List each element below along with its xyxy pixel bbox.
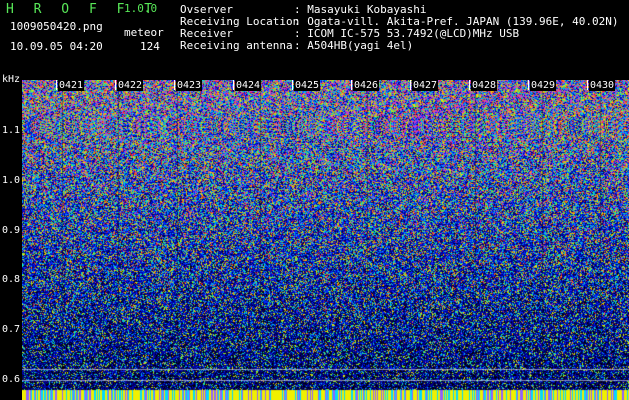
time-label: 0425 bbox=[294, 80, 321, 91]
receiver-label: Receiver bbox=[180, 27, 233, 40]
time-tick bbox=[469, 80, 470, 90]
file-name: 1009050420.png bbox=[10, 20, 103, 33]
time-tick bbox=[233, 80, 234, 90]
time-tick bbox=[115, 80, 116, 90]
time-label: 0429 bbox=[530, 80, 557, 91]
location-label: Receiving Location bbox=[180, 15, 300, 28]
time-tick bbox=[174, 80, 175, 90]
time-label: 0428 bbox=[471, 80, 498, 91]
time-tick bbox=[528, 80, 529, 90]
freq-label-1-1: 1.1 bbox=[2, 125, 21, 136]
time-label: 0423 bbox=[176, 80, 203, 91]
location-value: : Ogata-vill. Akita-Pref. JAPAN (139.96E… bbox=[294, 15, 619, 28]
time-tick bbox=[292, 80, 293, 90]
time-tick bbox=[351, 80, 352, 90]
freq-label-0-7: 0.7 bbox=[2, 324, 21, 335]
time-tick bbox=[410, 80, 411, 90]
time-label: 0422 bbox=[117, 80, 144, 91]
meteor-label: meteor bbox=[124, 26, 164, 39]
freq-label-0-6: 0.6 bbox=[2, 374, 21, 385]
time-label: 0430 bbox=[589, 80, 616, 91]
observer-label: Ovserver bbox=[180, 3, 233, 16]
time-label: 0426 bbox=[353, 80, 380, 91]
freq-label-0-9: 0.9 bbox=[2, 225, 21, 236]
header-panel: H R O F F T 1.0.0 1009050420.png meteor … bbox=[0, 0, 629, 80]
app-version: 1.0.0 bbox=[124, 2, 158, 15]
observer-value: : Masayuki Kobayashi bbox=[294, 3, 427, 16]
antenna-label: Receiving antenna bbox=[180, 39, 293, 52]
time-label: 0421 bbox=[58, 80, 85, 91]
time-label: 0427 bbox=[412, 80, 439, 91]
frequency-unit-label: kHz bbox=[2, 74, 21, 85]
antenna-value: : A504HB(yagi 4el) bbox=[294, 39, 414, 52]
spectrogram-waterfall bbox=[22, 80, 629, 400]
capture-datetime: 10.09.05 04:20 bbox=[10, 40, 103, 53]
freq-label-0-8: 0.8 bbox=[2, 274, 21, 285]
time-tick bbox=[56, 80, 57, 90]
freq-label-1-0: 1.0 bbox=[2, 175, 21, 186]
meteor-count: 124 bbox=[140, 40, 160, 53]
time-label: 0424 bbox=[235, 80, 262, 91]
receiver-value: : ICOM IC-575 53.7492(@LCD)MHz USB bbox=[294, 27, 520, 40]
time-tick bbox=[587, 80, 588, 90]
